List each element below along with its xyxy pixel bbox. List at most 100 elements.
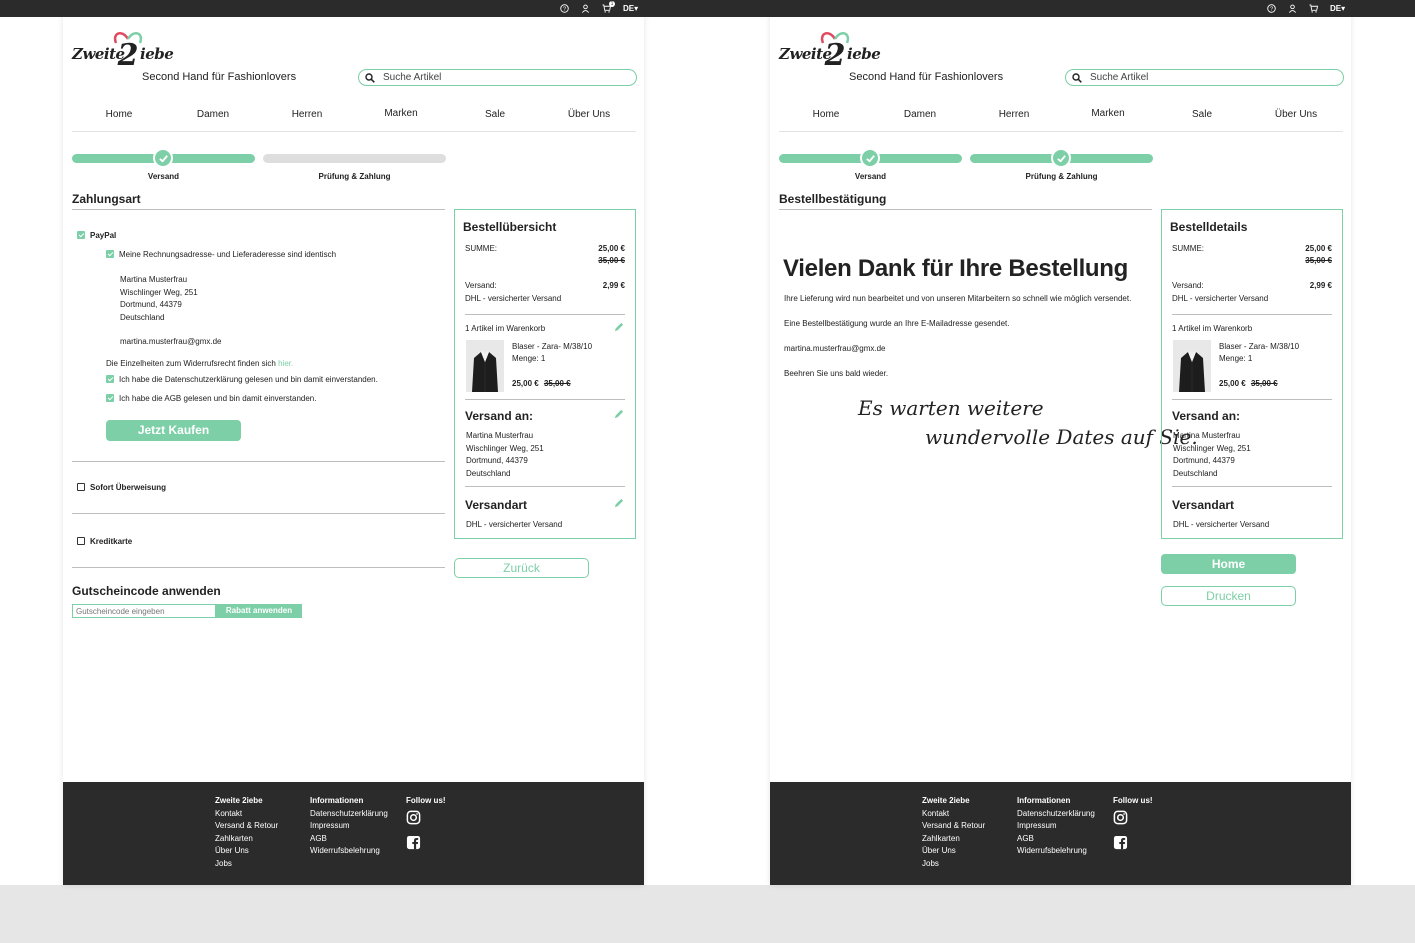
ship-to-address: Martina Musterfrau Wischlinger Weg, 251 … — [1173, 430, 1251, 480]
nav-ueber-uns[interactable]: Über Uns — [1249, 106, 1343, 131]
nav-ueber-uns[interactable]: Über Uns — [542, 106, 636, 131]
help-icon[interactable]: ? — [1267, 4, 1276, 13]
cart-icon[interactable]: 1 — [602, 1, 615, 13]
footer-link[interactable]: Zahlkarten — [215, 833, 278, 846]
billing-address: Martina Musterfrau Wischlinger Weg, 251 … — [120, 274, 198, 324]
footer-link[interactable]: Datenschutzerklärung — [1017, 808, 1095, 821]
sofort-checkbox[interactable] — [77, 483, 85, 491]
nav-sale[interactable]: Sale — [1155, 106, 1249, 131]
search-bar[interactable] — [1065, 69, 1344, 86]
nav-herren[interactable]: Herren — [260, 106, 354, 131]
footer-link[interactable]: Impressum — [310, 820, 388, 833]
address-line: Martina Musterfrau — [120, 275, 188, 284]
nav-marken[interactable]: Marken — [1061, 106, 1155, 131]
privacy-label: Ich habe die Datenschutzerklärung gelese… — [119, 375, 378, 384]
canvas: ? 1 DE▾ ? DE▾ Zweite 2 iebe Second Hand … — [0, 0, 1415, 885]
sum-old-price: 35,00 € — [1305, 256, 1332, 265]
edit-pencil-icon[interactable] — [613, 409, 624, 420]
sum-label: SUMME: — [465, 244, 497, 253]
footer-link[interactable]: AGB — [310, 833, 388, 846]
kreditkarte-option[interactable]: Kreditkarte — [77, 537, 132, 546]
paypal-label: PayPal — [90, 231, 117, 240]
agb-label: Ich habe die AGB gelesen und bin damit e… — [119, 394, 317, 403]
cart-icon[interactable] — [1309, 4, 1318, 13]
same-address-label: Meine Rechnungsadresse- und Lieferaderes… — [119, 250, 337, 259]
nav-home[interactable]: Home — [779, 106, 873, 131]
home-button[interactable]: Home — [1161, 554, 1296, 574]
withdrawal-link[interactable]: hier. — [278, 359, 293, 368]
agb-option[interactable]: Ich habe die AGB gelesen und bin damit e… — [106, 394, 316, 403]
divider — [72, 567, 445, 568]
same-address-option[interactable]: Meine Rechnungsadresse- und Lieferaderes… — [106, 250, 336, 259]
footer-link[interactable]: Kontakt — [215, 808, 278, 821]
edit-pencil-icon[interactable] — [613, 498, 624, 509]
facebook-icon[interactable] — [406, 835, 421, 850]
logo[interactable]: Zweite 2 iebe — [779, 27, 881, 71]
nav-damen[interactable]: Damen — [166, 106, 260, 131]
user-icon[interactable] — [581, 4, 590, 13]
footer-link[interactable]: Kontakt — [922, 808, 985, 821]
step-pruefung: Prüfung & Zahlung — [263, 148, 446, 182]
paypal-option[interactable]: PayPal — [77, 231, 116, 240]
shipping-label: Versand: — [1172, 281, 1204, 290]
nav-damen[interactable]: Damen — [873, 106, 967, 131]
instagram-icon[interactable] — [1113, 810, 1128, 825]
ship-type-value: DHL - versicherter Versand — [1173, 520, 1270, 529]
search-input[interactable] — [383, 72, 613, 83]
kreditkarte-label: Kreditkarte — [90, 537, 133, 546]
voucher-form: Rabatt anwenden — [72, 604, 302, 618]
language-label: DE — [1330, 4, 1342, 13]
edit-pencil-icon[interactable] — [613, 322, 624, 333]
footer-link[interactable]: Widerrufsbelehrung — [310, 845, 388, 858]
sofort-option[interactable]: Sofort Überweisung — [77, 483, 166, 492]
tagline: Second Hand für Fashionlovers — [849, 71, 1004, 83]
search-input[interactable] — [1090, 72, 1320, 83]
language-select[interactable]: DE▾ — [1330, 4, 1345, 13]
agb-checkbox[interactable] — [106, 394, 114, 402]
ship-type-title: Versandart — [1172, 498, 1235, 512]
search-bar[interactable] — [358, 69, 637, 86]
step-versand: Versand — [72, 148, 255, 182]
facebook-icon[interactable] — [1113, 835, 1128, 850]
nav-sale[interactable]: Sale — [448, 106, 542, 131]
footer-link[interactable]: Datenschutzerklärung — [310, 808, 388, 821]
print-button[interactable]: Drucken — [1161, 586, 1296, 606]
footer-link[interactable]: Jobs — [922, 858, 985, 871]
shipping-value: 2,99 € — [602, 281, 625, 290]
nav-marken[interactable]: Marken — [354, 106, 448, 131]
divider — [72, 209, 445, 210]
script-slogan-line2: wundervolle Dates auf Sie. — [925, 425, 1198, 449]
nav-home[interactable]: Home — [72, 106, 166, 131]
footer-link[interactable]: Jobs — [215, 858, 278, 871]
footer-link[interactable]: Impressum — [1017, 820, 1095, 833]
search-icon — [365, 72, 375, 83]
same-address-checkbox[interactable] — [106, 250, 114, 258]
instagram-icon[interactable] — [406, 810, 421, 825]
footer-link[interactable]: Versand & Retour — [922, 820, 985, 833]
buy-button[interactable]: Jetzt Kaufen — [106, 420, 241, 441]
back-button[interactable]: Zurück — [454, 558, 589, 578]
nav-herren[interactable]: Herren — [967, 106, 1061, 131]
logo[interactable]: Zweite 2 iebe — [72, 27, 174, 71]
shipping-value: 2,99 € — [1309, 281, 1332, 290]
footer-col-info: Informationen Datenschutzerklärung Impre… — [310, 795, 388, 858]
user-icon[interactable] — [1288, 4, 1297, 13]
kreditkarte-checkbox[interactable] — [77, 537, 85, 545]
footer-link[interactable]: Versand & Retour — [215, 820, 278, 833]
help-icon[interactable]: ? — [560, 4, 569, 13]
footer-link[interactable]: Über Uns — [922, 845, 985, 858]
privacy-option[interactable]: Ich habe die Datenschutzerklärung gelese… — [106, 375, 378, 384]
footer-link[interactable]: Zahlkarten — [922, 833, 985, 846]
paypal-checkbox[interactable] — [77, 231, 85, 239]
footer-link[interactable]: AGB — [1017, 833, 1095, 846]
language-select[interactable]: DE▾ — [623, 4, 638, 13]
footer-link[interactable]: Über Uns — [215, 845, 278, 858]
confirmation-page: Zweite 2 iebe Second Hand für Fashionlov… — [770, 0, 1351, 885]
footer-link[interactable]: Widerrufsbelehrung — [1017, 845, 1095, 858]
privacy-checkbox[interactable] — [106, 375, 114, 383]
voucher-input[interactable] — [72, 604, 216, 618]
address-line: Wischlinger Weg, 251 — [120, 287, 198, 297]
apply-voucher-button[interactable]: Rabatt anwenden — [216, 604, 302, 618]
section-title: Zahlungsart — [72, 192, 141, 206]
step-label: Versand — [854, 172, 887, 181]
